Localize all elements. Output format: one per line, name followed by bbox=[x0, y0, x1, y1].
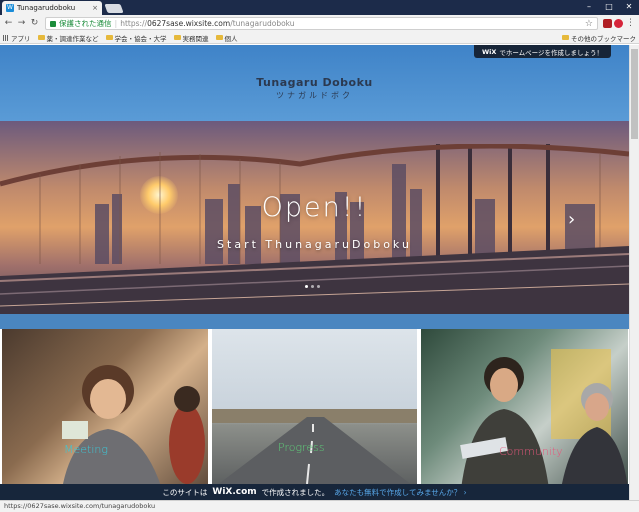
scroll-thumb[interactable] bbox=[631, 49, 638, 139]
site-title[interactable]: Tunagaru Doboku bbox=[0, 76, 629, 89]
bookmark-folder[interactable]: 学会・協会・大学 bbox=[105, 33, 167, 43]
folder-icon bbox=[173, 35, 181, 40]
apps-icon bbox=[3, 34, 9, 41]
browser-tab[interactable]: W Tunagarudoboku × bbox=[2, 1, 102, 15]
reload-icon[interactable]: ↻ bbox=[29, 18, 40, 29]
bookmarks-bar: アプリ 薬・調達作業など 学会・協会・大学 実務関連 個人 その他のブックマーク bbox=[0, 32, 639, 44]
folder-icon bbox=[105, 35, 113, 40]
hero-title: Open!! bbox=[261, 192, 368, 223]
wix-promo-banner[interactable]: WiX でホームページを作成しましょう！ bbox=[474, 45, 611, 58]
wix-promo-text: でホームページを作成しましょう！ bbox=[499, 48, 604, 57]
bookmark-other[interactable]: その他のブックマーク bbox=[562, 33, 636, 43]
footer-text: で作成されました。 bbox=[261, 487, 330, 497]
card-meeting[interactable]: Meeting bbox=[2, 329, 208, 489]
status-bar: https://0627sase.wixsite.com/tunagarudob… bbox=[0, 500, 639, 512]
footer-text: このサイトは bbox=[162, 487, 208, 497]
url-separator: | bbox=[114, 19, 118, 28]
url-text: https://0627sase.wixsite.com/tunagarudob… bbox=[120, 19, 295, 28]
folder-icon bbox=[562, 35, 569, 40]
bookmark-star-icon[interactable]: ☆ bbox=[585, 19, 593, 29]
tab-close-icon[interactable]: × bbox=[92, 4, 98, 12]
close-window-icon[interactable]: ✕ bbox=[619, 0, 639, 15]
minimize-icon[interactable]: – bbox=[579, 0, 599, 15]
card-label: Community bbox=[499, 445, 563, 458]
web-page: WiX でホームページを作成しましょう！ Tunagaru Doboku ツナガ… bbox=[0, 45, 629, 500]
bookmark-folder[interactable]: 実務関連 bbox=[173, 33, 209, 43]
card-label: Meeting bbox=[64, 443, 108, 456]
folder-icon bbox=[37, 35, 45, 40]
card-community[interactable]: Community bbox=[421, 329, 628, 489]
slide-dot[interactable] bbox=[317, 285, 320, 288]
hero-slideshow: Open!! Start ThunagaruDoboku › bbox=[0, 121, 629, 314]
photo-two-people bbox=[460, 349, 628, 489]
site-header: WiX でホームページを作成しましょう！ Tunagaru Doboku ツナガ… bbox=[0, 45, 629, 121]
slide-dots bbox=[305, 285, 320, 288]
scrollbar[interactable] bbox=[629, 45, 639, 500]
browser-toolbar: ← → ↻ 保護された通信 | https://0627sase.wixsite… bbox=[0, 15, 639, 32]
bookmark-folder[interactable]: 個人 bbox=[215, 33, 238, 43]
site-subtitle: ツナガルドボク bbox=[276, 91, 353, 100]
extension-icon[interactable] bbox=[603, 19, 612, 28]
lock-icon bbox=[50, 20, 56, 27]
secure-label: 保護された通信 bbox=[59, 19, 112, 28]
divider-band bbox=[0, 314, 629, 329]
maximize-icon[interactable]: □ bbox=[599, 0, 619, 15]
address-bar[interactable]: 保護された通信 | https://0627sase.wixsite.com/t… bbox=[45, 17, 598, 30]
tab-title: Tunagarudoboku bbox=[17, 4, 76, 12]
back-icon[interactable]: ← bbox=[3, 18, 14, 29]
folder-icon bbox=[215, 35, 223, 40]
wix-logo: WiX bbox=[481, 47, 497, 56]
photo-road bbox=[212, 409, 417, 489]
wix-favicon-icon: W bbox=[6, 4, 14, 12]
slide-dot[interactable] bbox=[311, 285, 314, 288]
card-progress[interactable]: Progress bbox=[212, 329, 417, 489]
menu-icon[interactable]: ⋮ bbox=[625, 18, 636, 29]
hero-subtitle: Start ThunagaruDoboku bbox=[217, 238, 412, 251]
extension-icon[interactable] bbox=[614, 19, 623, 28]
tab-bar: W Tunagarudoboku × – □ ✕ bbox=[0, 0, 639, 15]
card-label: Progress bbox=[278, 441, 325, 454]
footer-cta-link[interactable]: あなたも無料で作成してみませんか？ › bbox=[334, 487, 466, 498]
bookmark-apps[interactable]: アプリ bbox=[3, 33, 31, 43]
slide-dot[interactable] bbox=[305, 285, 308, 288]
forward-icon[interactable]: → bbox=[16, 18, 27, 29]
wix-logo: WiX.com bbox=[212, 487, 257, 497]
new-tab-button[interactable] bbox=[104, 4, 124, 13]
bookmark-folder[interactable]: 薬・調達作業など bbox=[37, 33, 99, 43]
wix-footer-banner[interactable]: このサイトは WiX.com で作成されました。 あなたも無料で作成してみません… bbox=[0, 484, 629, 500]
next-slide-icon[interactable]: › bbox=[568, 209, 575, 230]
photo-person-laughing bbox=[62, 365, 205, 489]
